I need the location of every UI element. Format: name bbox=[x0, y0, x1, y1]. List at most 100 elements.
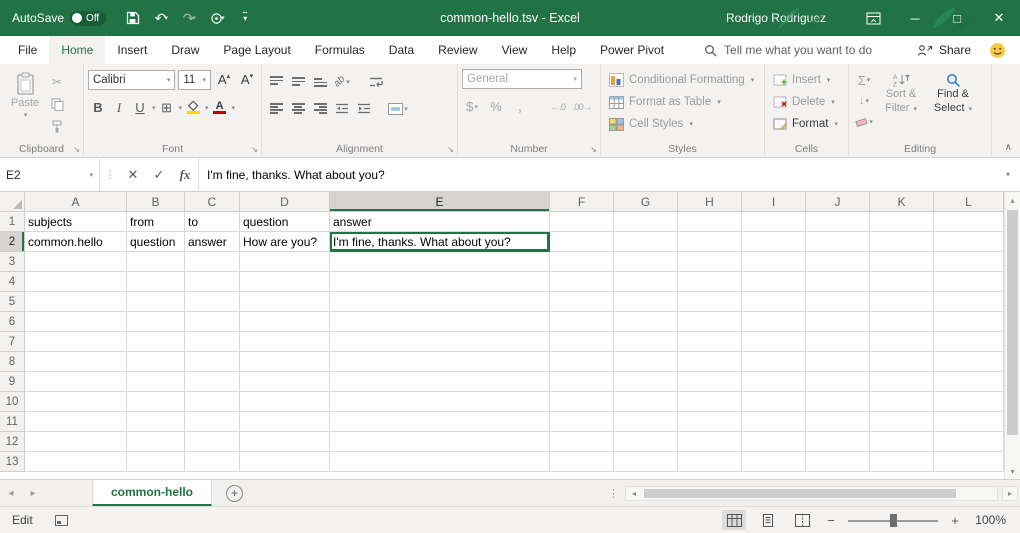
cell-J4[interactable] bbox=[806, 272, 870, 292]
cell-E6[interactable] bbox=[330, 312, 550, 332]
redo-button[interactable]: ↷▾ bbox=[176, 5, 202, 31]
font-name-combobox[interactable]: Calibri ▾ bbox=[88, 70, 175, 90]
cell-G4[interactable] bbox=[614, 272, 678, 292]
cell-K1[interactable] bbox=[870, 212, 934, 232]
cell-B2[interactable]: question bbox=[127, 232, 185, 252]
cell-G1[interactable] bbox=[614, 212, 678, 232]
column-header-A[interactable]: A bbox=[25, 192, 127, 212]
align-bottom-button[interactable] bbox=[310, 71, 330, 92]
insert-cells-button[interactable]: Insert ▾ bbox=[769, 69, 844, 91]
column-header-D[interactable]: D bbox=[240, 192, 330, 212]
underline-button[interactable]: U bbox=[130, 97, 150, 118]
cell-A12[interactable] bbox=[25, 432, 127, 452]
row-header-3[interactable]: 3 bbox=[0, 252, 25, 272]
cell-J1[interactable] bbox=[806, 212, 870, 232]
cell-G9[interactable] bbox=[614, 372, 678, 392]
row-header-6[interactable]: 6 bbox=[0, 312, 25, 332]
cell-G12[interactable] bbox=[614, 432, 678, 452]
row-header-11[interactable]: 11 bbox=[0, 412, 25, 432]
cell-B8[interactable] bbox=[127, 352, 185, 372]
cell-B10[interactable] bbox=[127, 392, 185, 412]
column-header-J[interactable]: J bbox=[806, 192, 870, 212]
cell-L2[interactable] bbox=[934, 232, 1004, 252]
row-header-4[interactable]: 4 bbox=[0, 272, 25, 292]
cell-A9[interactable] bbox=[25, 372, 127, 392]
comma-style-button[interactable]: , bbox=[510, 96, 530, 117]
autosave-switch[interactable]: Off bbox=[70, 11, 106, 26]
increase-font-size-button[interactable]: A▴ bbox=[214, 69, 234, 90]
cell-F10[interactable] bbox=[550, 392, 614, 412]
formula-bar-expand-icon[interactable]: ▾ bbox=[996, 158, 1020, 191]
cell-E3[interactable] bbox=[330, 252, 550, 272]
cell-A11[interactable] bbox=[25, 412, 127, 432]
cell-I2[interactable] bbox=[742, 232, 806, 252]
cell-I10[interactable] bbox=[742, 392, 806, 412]
cell-L11[interactable] bbox=[934, 412, 1004, 432]
cell-L8[interactable] bbox=[934, 352, 1004, 372]
cell-G13[interactable] bbox=[614, 452, 678, 472]
cell-L9[interactable] bbox=[934, 372, 1004, 392]
row-header-13[interactable]: 13 bbox=[0, 452, 25, 472]
cell-G6[interactable] bbox=[614, 312, 678, 332]
cell-F4[interactable] bbox=[550, 272, 614, 292]
tell-me-search[interactable]: Tell me what you want to do bbox=[704, 36, 872, 64]
cell-I3[interactable] bbox=[742, 252, 806, 272]
cell-A8[interactable] bbox=[25, 352, 127, 372]
cell-G3[interactable] bbox=[614, 252, 678, 272]
tab-power-pivot[interactable]: Power Pivot bbox=[588, 36, 676, 64]
user-name[interactable]: Rodrigo Rodriguez bbox=[726, 11, 826, 25]
cell-A13[interactable] bbox=[25, 452, 127, 472]
cell-F9[interactable] bbox=[550, 372, 614, 392]
scroll-right-icon[interactable]: ▸ bbox=[1002, 486, 1018, 501]
maximize-button[interactable]: □ bbox=[936, 0, 978, 36]
cell-G8[interactable] bbox=[614, 352, 678, 372]
align-center-button[interactable] bbox=[288, 98, 308, 119]
chevron-down-icon[interactable]: ▾ bbox=[205, 104, 209, 112]
cell-H5[interactable] bbox=[678, 292, 742, 312]
formula-bar-resizer[interactable]: ⋮ bbox=[100, 158, 120, 191]
cell-K5[interactable] bbox=[870, 292, 934, 312]
cell-K7[interactable] bbox=[870, 332, 934, 352]
feedback-smiley-icon[interactable] bbox=[989, 42, 1006, 59]
column-header-K[interactable]: K bbox=[870, 192, 934, 212]
horizontal-scroll-thumb[interactable] bbox=[644, 489, 956, 498]
cell-L10[interactable] bbox=[934, 392, 1004, 412]
zoom-level[interactable]: 100% bbox=[972, 513, 1006, 527]
cell-K9[interactable] bbox=[870, 372, 934, 392]
cell-B5[interactable] bbox=[127, 292, 185, 312]
cell-K4[interactable] bbox=[870, 272, 934, 292]
cell-F12[interactable] bbox=[550, 432, 614, 452]
cell-D11[interactable] bbox=[240, 412, 330, 432]
add-sheet-button[interactable]: + bbox=[226, 485, 243, 502]
tab-view[interactable]: View bbox=[490, 36, 540, 64]
cell-A1[interactable]: subjects bbox=[25, 212, 127, 232]
column-header-G[interactable]: G bbox=[614, 192, 678, 212]
cell-E11[interactable] bbox=[330, 412, 550, 432]
tab-help[interactable]: Help bbox=[539, 36, 588, 64]
cell-L13[interactable] bbox=[934, 452, 1004, 472]
cell-D8[interactable] bbox=[240, 352, 330, 372]
cell-F13[interactable] bbox=[550, 452, 614, 472]
cell-D4[interactable] bbox=[240, 272, 330, 292]
customize-qat-button[interactable]: ▾ bbox=[232, 5, 258, 31]
cell-D10[interactable] bbox=[240, 392, 330, 412]
cell-C9[interactable] bbox=[185, 372, 240, 392]
zoom-in-button[interactable]: + bbox=[948, 513, 962, 528]
paste-button[interactable]: Paste ▾ bbox=[4, 69, 46, 141]
cell-H4[interactable] bbox=[678, 272, 742, 292]
cell-L5[interactable] bbox=[934, 292, 1004, 312]
cell-A6[interactable] bbox=[25, 312, 127, 332]
cell-H2[interactable] bbox=[678, 232, 742, 252]
enter-button[interactable]: ✓ bbox=[146, 158, 172, 191]
cell-B6[interactable] bbox=[127, 312, 185, 332]
cell-C1[interactable]: to bbox=[185, 212, 240, 232]
cell-C3[interactable] bbox=[185, 252, 240, 272]
cell-F8[interactable] bbox=[550, 352, 614, 372]
sheet-nav-next-button[interactable]: ▸ bbox=[22, 480, 44, 506]
cell-D7[interactable] bbox=[240, 332, 330, 352]
cell-I6[interactable] bbox=[742, 312, 806, 332]
number-format-combobox[interactable]: General ▾ bbox=[462, 69, 582, 89]
row-header-2[interactable]: 2 bbox=[0, 232, 25, 252]
cell-H3[interactable] bbox=[678, 252, 742, 272]
cell-A10[interactable] bbox=[25, 392, 127, 412]
